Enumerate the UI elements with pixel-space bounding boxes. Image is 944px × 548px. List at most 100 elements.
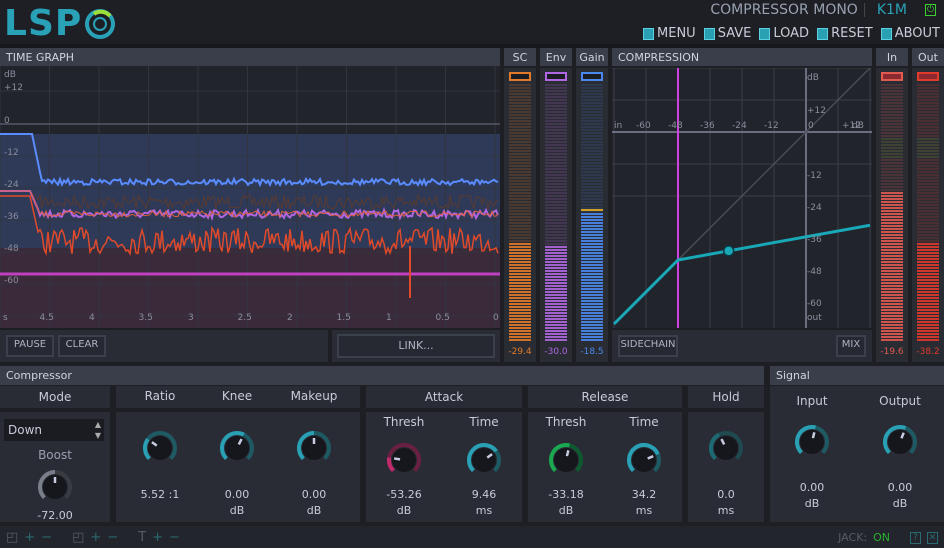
meter-segment	[509, 291, 531, 293]
meter-segment	[581, 87, 603, 89]
meter-segment	[509, 189, 531, 191]
meter-segment	[545, 162, 567, 164]
meter-segment	[881, 327, 903, 329]
mode-select[interactable]: Down ▲ ▼	[4, 419, 104, 441]
meter-segment	[509, 324, 531, 326]
attack-time-knob[interactable]	[464, 440, 504, 480]
zoom-in-icon[interactable]: +	[24, 530, 35, 545]
meter-segment	[581, 261, 603, 263]
clip-indicator[interactable]	[509, 72, 531, 81]
boost-knob[interactable]	[35, 467, 75, 507]
meter-segment	[509, 159, 531, 161]
meter-segment	[581, 156, 603, 158]
meter-segment	[581, 174, 603, 176]
meter-segment	[545, 120, 567, 122]
output-knob[interactable]	[880, 422, 920, 462]
window-icon[interactable]: ◰	[72, 530, 84, 545]
meter-segment	[509, 144, 531, 146]
link-button[interactable]: LINK...	[337, 334, 495, 358]
meter-segment	[509, 273, 531, 275]
release-time-knob[interactable]	[624, 440, 664, 480]
pause-button[interactable]: PAUSE	[6, 335, 54, 357]
meter-segment	[881, 192, 903, 194]
clip-indicator[interactable]	[917, 72, 939, 81]
makeup-knob[interactable]	[294, 428, 334, 468]
menu-button[interactable]: MENU	[643, 26, 696, 41]
meter-segment	[881, 102, 903, 104]
meter-segment	[509, 90, 531, 92]
y-axis-label: -36	[4, 212, 19, 222]
meter-segment	[545, 219, 567, 221]
clip-indicator[interactable]	[881, 72, 903, 81]
knee-knob[interactable]	[217, 428, 257, 468]
zoom-in-icon[interactable]: +	[90, 530, 101, 545]
save-button[interactable]: SAVE	[703, 26, 751, 41]
meter-segment	[881, 195, 903, 197]
zoom-out-icon[interactable]: −	[41, 530, 52, 545]
meter-segment	[917, 261, 939, 263]
sc-meter-label: SC	[504, 48, 536, 66]
power-icon[interactable]: ⏻	[925, 4, 936, 16]
meter-segment	[509, 123, 531, 125]
output-axis-label: -12	[807, 171, 822, 181]
meter-segment	[881, 276, 903, 278]
meter-segment	[581, 114, 603, 116]
attack-time-unit: ms	[475, 504, 493, 517]
meter-segment	[917, 183, 939, 185]
meter-segment	[545, 333, 567, 335]
meter-segment	[545, 243, 567, 245]
meter-segment	[917, 336, 939, 338]
meter-segment	[917, 165, 939, 167]
fullscreen-icon[interactable]: ✕	[927, 531, 938, 544]
meter-segment	[581, 246, 603, 248]
attack-thresh-knob[interactable]	[384, 440, 424, 480]
reset-button[interactable]: RESET	[817, 26, 873, 41]
window-icon[interactable]: ◰	[6, 530, 18, 545]
meter-segment	[917, 222, 939, 224]
hold-knob[interactable]	[706, 428, 746, 468]
meter-segment	[581, 120, 603, 122]
release-thresh-knob[interactable]	[546, 440, 586, 480]
meter-segment	[917, 114, 939, 116]
zoom-in-icon[interactable]: +	[152, 530, 163, 545]
meter-segment	[917, 258, 939, 260]
meter-segment	[917, 102, 939, 104]
text-size-icon[interactable]: T	[138, 530, 146, 545]
compression-title: COMPRESSION	[612, 48, 872, 66]
y-axis-label: -12	[4, 148, 19, 158]
help-icon[interactable]: ?	[910, 531, 921, 544]
clip-indicator[interactable]	[545, 72, 567, 81]
load-button[interactable]: LOAD	[759, 26, 809, 41]
meter-segment	[881, 186, 903, 188]
time-graph-title: TIME GRAPH	[0, 48, 500, 66]
input-knob[interactable]	[792, 422, 832, 462]
meter-segment	[881, 156, 903, 158]
zoom-out-icon[interactable]: −	[169, 530, 180, 545]
lsp-logo: LSP	[4, 2, 119, 46]
meter-segment	[917, 288, 939, 290]
meter-segment	[581, 240, 603, 242]
meter-segment	[581, 318, 603, 320]
mix-button[interactable]: MIX	[836, 335, 866, 357]
zoom-out-icon[interactable]: −	[107, 530, 118, 545]
about-button[interactable]: ABOUT	[880, 26, 940, 41]
meter-segment	[917, 156, 939, 158]
clip-indicator[interactable]	[581, 72, 603, 81]
gain-meter-value: -18.5	[580, 347, 604, 357]
meter-segment	[581, 141, 603, 143]
menu-bar: MENU SAVE LOAD RESET ABOUT	[635, 23, 940, 44]
meter-segment	[581, 303, 603, 305]
meter-segment	[545, 267, 567, 269]
ratio-knob[interactable]	[140, 428, 180, 468]
x-axis-label: 3.5	[139, 313, 153, 323]
meter-segment	[509, 162, 531, 164]
meter-segment	[881, 201, 903, 203]
sidechain-button[interactable]: SIDECHAIN	[618, 335, 678, 357]
meter-segment	[545, 270, 567, 272]
meter-segment	[917, 93, 939, 95]
clear-button[interactable]: CLEAR	[58, 335, 106, 357]
meter-segment	[509, 141, 531, 143]
meter-segment	[509, 216, 531, 218]
meter-segment	[545, 249, 567, 251]
meter-segment	[545, 156, 567, 158]
